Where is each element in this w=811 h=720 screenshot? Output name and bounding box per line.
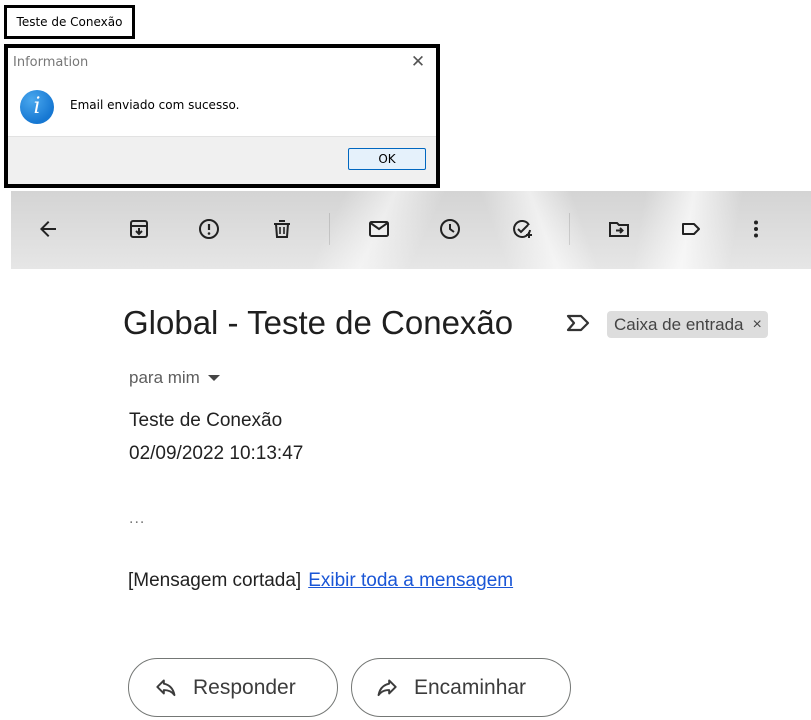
toolbar-divider	[329, 213, 330, 245]
forward-icon	[377, 678, 397, 696]
info-icon: i	[20, 90, 54, 124]
dialog-titlebar: Information ✕	[10, 50, 434, 74]
mail-icon[interactable]	[361, 211, 397, 247]
connection-window-title-text: Teste de Conexão	[16, 15, 123, 29]
dialog-message: Email enviado com sucesso.	[70, 98, 240, 112]
label-icon[interactable]	[673, 211, 709, 247]
email-toolbar	[11, 191, 811, 269]
forward-label: Encaminhar	[414, 675, 527, 699]
trash-icon[interactable]	[264, 211, 300, 247]
more-vert-icon[interactable]	[738, 211, 774, 247]
ok-button[interactable]: OK	[348, 148, 426, 170]
report-icon[interactable]	[191, 211, 227, 247]
forward-button[interactable]: Encaminhar	[351, 658, 571, 717]
body-line: 02/09/2022 10:13:47	[129, 443, 304, 464]
dialog-footer: OK	[8, 136, 436, 184]
label-chip-text: Caixa de entrada	[614, 314, 744, 334]
dialog-title: Information	[13, 55, 89, 70]
trimmed-message-text: [Mensagem cortada]	[128, 570, 302, 591]
clock-icon[interactable]	[432, 211, 468, 247]
show-trimmed-content[interactable]: ...	[129, 510, 145, 528]
importance-marker-icon[interactable]	[565, 313, 591, 333]
recipient-details[interactable]: para mim	[129, 368, 220, 388]
reply-button[interactable]: Responder	[128, 658, 338, 717]
arrow-back-icon[interactable]	[30, 211, 66, 247]
folder-move-icon[interactable]	[601, 211, 637, 247]
inbox-label-chip[interactable]: Caixa de entrada ×	[607, 311, 768, 338]
toolbar-divider	[569, 213, 570, 245]
body-line: Teste de Conexão	[129, 410, 283, 431]
close-icon[interactable]: ✕	[408, 52, 428, 72]
remove-label-icon[interactable]: ×	[752, 316, 761, 334]
recipient-text: para mim	[129, 368, 200, 387]
trimmed-message-line: [Mensagem cortada] Exibir toda a mensagem	[128, 570, 513, 592]
view-full-message-link[interactable]: Exibir toda a mensagem	[308, 570, 513, 591]
connection-window-title: Teste de Conexão	[4, 5, 135, 39]
reply-icon	[156, 678, 176, 696]
chevron-down-icon[interactable]	[207, 375, 220, 381]
reply-label: Responder	[193, 675, 296, 699]
archive-icon[interactable]	[121, 211, 157, 247]
email-subject: Global - Teste de Conexão	[123, 304, 514, 341]
add-task-icon[interactable]	[504, 211, 540, 247]
information-dialog: Information ✕ i Email enviado com sucess…	[4, 44, 440, 188]
